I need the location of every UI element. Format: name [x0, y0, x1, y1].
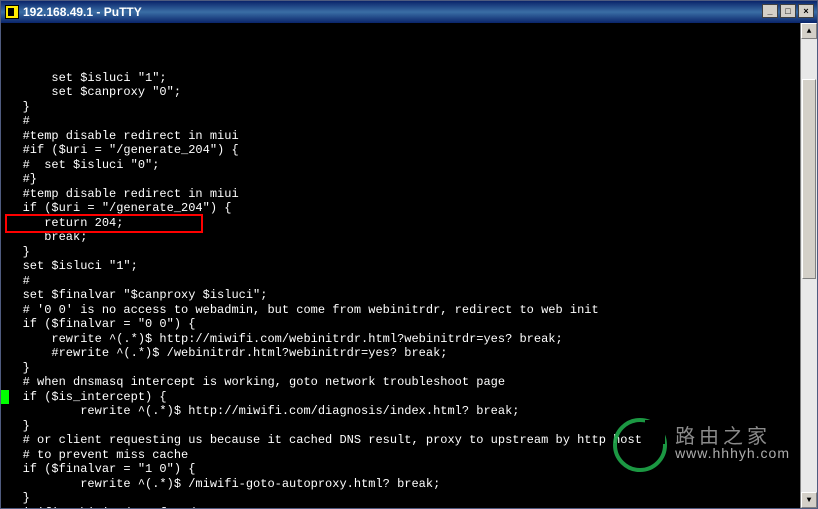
terminal-line: #	[1, 274, 800, 289]
putty-window: 192.168.49.1 - PuTTY _ □ × set $isluci "…	[0, 0, 818, 509]
putty-icon	[5, 5, 19, 19]
scroll-up-button[interactable]: ▲	[801, 23, 817, 39]
scroll-track[interactable]	[801, 39, 817, 492]
terminal-area[interactable]: set $isluci "1"; set $canproxy "0"; } # …	[1, 23, 800, 508]
terminal-line: }	[1, 361, 800, 376]
terminal-line: set $finalvar "$canproxy $isluci";	[1, 288, 800, 303]
terminal-line: # when dnsmasq intercept is working, got…	[1, 375, 800, 390]
terminal-line: # '0 0' is no access to webadmin, but co…	[1, 303, 800, 318]
terminal-line: }	[1, 100, 800, 115]
terminal-line: #}	[1, 172, 800, 187]
maximize-button[interactable]: □	[780, 4, 796, 18]
cursor-marker	[1, 390, 9, 404]
terminal-line: }	[1, 245, 800, 260]
terminal-line: rewrite ^(.*)$ /miwifi-goto-autoproxy.ht…	[1, 477, 800, 492]
terminal-line: rewrite ^(.*)$ http://miwifi.com/diagnos…	[1, 404, 800, 419]
terminal-line: set $canproxy "0";	[1, 85, 800, 100]
terminal-line: #if ($uri = "/generate_204") {	[1, 143, 800, 158]
terminal-line: #rewrite ^(.*)$ /webinitrdr.html?webinit…	[1, 346, 800, 361]
terminal-line: # set $isluci "0";	[1, 158, 800, 173]
terminal-line: if ($finalvar = "0 0") {	[1, 317, 800, 332]
terminal-line: # or client requesting us because it cac…	[1, 433, 800, 448]
terminal-line: set $isluci "1";	[1, 71, 800, 86]
terminal-line: #	[1, 114, 800, 129]
close-button[interactable]: ×	[798, 4, 814, 18]
minimize-button[interactable]: _	[762, 4, 778, 18]
window-controls: _ □ ×	[762, 4, 814, 18]
terminal-line: }	[1, 491, 800, 506]
terminal-line: #temp disable redirect in miui	[1, 187, 800, 202]
window-title: 192.168.49.1 - PuTTY	[23, 5, 142, 19]
terminal-line: - miwifi-webinitrd.conf 93/167 55%	[1, 506, 800, 509]
scroll-down-button[interactable]: ▼	[801, 492, 817, 508]
terminal-line: set $isluci "1";	[1, 259, 800, 274]
vertical-scrollbar[interactable]: ▲ ▼	[800, 23, 817, 508]
titlebar[interactable]: 192.168.49.1 - PuTTY _ □ ×	[1, 1, 817, 23]
terminal-line: if ($finalvar = "1 0") {	[1, 462, 800, 477]
terminal-line: if ($is_intercept) {	[1, 390, 800, 405]
terminal-line: if ($uri = "/generate_204") {	[1, 201, 800, 216]
terminal-line: #temp disable redirect in miui	[1, 129, 800, 144]
terminal-line: break;	[1, 230, 800, 245]
terminal-line: return 204;	[1, 216, 800, 231]
scroll-thumb[interactable]	[802, 79, 816, 279]
terminal-line: # to prevent miss cache	[1, 448, 800, 463]
terminal-line: }	[1, 419, 800, 434]
terminal-line: rewrite ^(.*)$ http://miwifi.com/webinit…	[1, 332, 800, 347]
